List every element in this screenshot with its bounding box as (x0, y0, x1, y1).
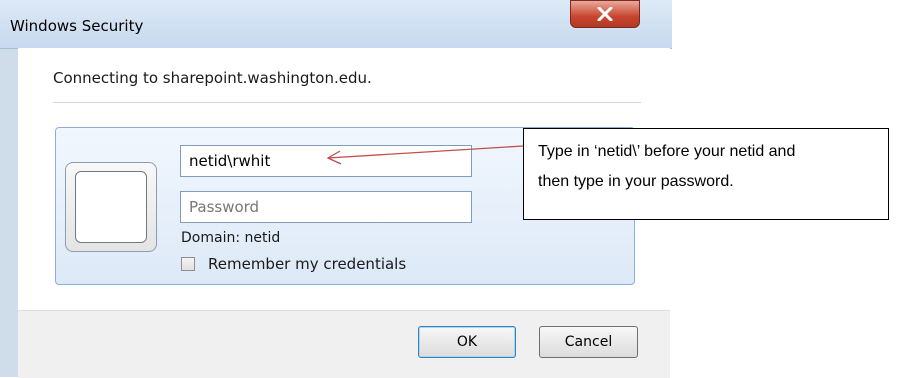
remember-label: Remember my credentials (208, 255, 407, 273)
callout-line-1: Type in ‘netid\’ before your netid and (538, 143, 796, 160)
title-bar: Windows Security (0, 0, 672, 49)
window-title: Windows Security (10, 17, 144, 35)
remember-checkbox[interactable] (181, 257, 195, 271)
instruction-callout: Type in ‘netid\’ before your netid and t… (523, 128, 889, 220)
user-tile-icon (65, 162, 157, 252)
domain-label: Domain: netid (181, 230, 281, 246)
ok-button[interactable]: OK (418, 326, 516, 358)
window-left-edge (0, 48, 18, 377)
user-tile-frame (75, 171, 147, 243)
close-button[interactable] (570, 0, 640, 28)
separator (53, 102, 641, 103)
username-field[interactable] (180, 145, 472, 177)
cancel-button[interactable]: Cancel (539, 326, 638, 358)
callout-line-2: then type in your password. (538, 173, 734, 190)
remember-row: Remember my credentials (181, 253, 406, 275)
password-field[interactable] (180, 191, 472, 223)
connecting-message: Connecting to sharepoint.washington.edu. (53, 69, 372, 87)
close-icon (597, 7, 613, 21)
